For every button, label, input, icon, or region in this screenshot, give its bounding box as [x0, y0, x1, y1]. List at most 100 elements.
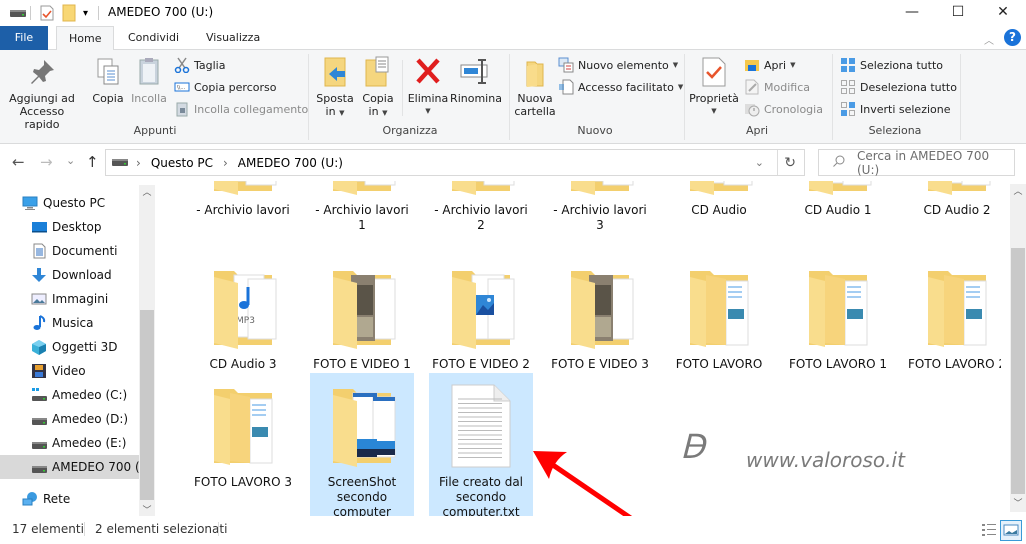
- tab-condividi[interactable]: Condividi: [116, 26, 191, 50]
- breadcrumb-questo-pc[interactable]: Questo PC: [151, 156, 213, 170]
- sidebar-item-amedeo-d[interactable]: Amedeo (D:): [0, 407, 140, 431]
- forward-button[interactable]: →: [40, 153, 53, 171]
- sidebar-item-desktop[interactable]: Desktop: [0, 215, 140, 239]
- open-button[interactable]: Apri ▼: [744, 55, 795, 75]
- select-all-button[interactable]: Seleziona tutto: [840, 55, 943, 75]
- invert-selection-button[interactable]: Inverti selezione: [840, 99, 951, 119]
- folder-item[interactable]: - Archivio lavori 3: [548, 181, 652, 236]
- properties-quick-icon[interactable]: [40, 4, 54, 22]
- scroll-thumb[interactable]: [1011, 248, 1025, 494]
- new-folder-button[interactable]: Nuova cartella: [513, 56, 557, 118]
- help-icon[interactable]: ?: [1004, 29, 1021, 46]
- svg-text:\\...: \\...: [177, 85, 186, 91]
- folder-item[interactable]: - Archivio lavori 2: [429, 181, 533, 236]
- details-view-button[interactable]: [980, 521, 998, 539]
- tab-file[interactable]: File: [0, 26, 48, 50]
- minimize-button[interactable]: —: [889, 0, 935, 24]
- breadcrumb-separator[interactable]: ›: [136, 156, 141, 170]
- move-to-label: in ▼: [325, 105, 345, 118]
- up-button[interactable]: ↑: [86, 153, 99, 171]
- sidebar-item-download[interactable]: Download: [0, 263, 140, 287]
- folder-item[interactable]: FOTO LAVORO: [667, 265, 771, 375]
- folder-icon: [561, 265, 639, 351]
- invert-selection-label: Inverti selezione: [860, 102, 951, 116]
- properties-button[interactable]: Proprietà ▼: [688, 56, 740, 118]
- folder-item[interactable]: FOTO LAVORO 1: [786, 265, 890, 375]
- edit-button[interactable]: Modifica: [744, 77, 810, 97]
- sidebar-item-musica[interactable]: Musica: [0, 311, 140, 335]
- copy-button[interactable]: Copia: [88, 56, 128, 105]
- folder-item[interactable]: - Archivio lavori 1: [310, 181, 414, 236]
- delete-x-icon: [412, 56, 444, 88]
- network-icon: [22, 491, 38, 507]
- sidebar-item-video[interactable]: Video: [0, 359, 140, 383]
- paste-shortcut-label: Incolla collegamento: [194, 102, 309, 116]
- folder-item[interactable]: - Archivio lavori: [191, 181, 295, 221]
- refresh-button[interactable]: ↻: [784, 155, 796, 171]
- tab-home[interactable]: Home: [56, 26, 115, 51]
- sidebar-item-questo-pc[interactable]: Questo PC: [0, 191, 140, 215]
- copy-path-button[interactable]: \\... Copia percorso: [174, 77, 276, 97]
- quick-access-dropdown[interactable]: ▾: [83, 4, 88, 22]
- search-input[interactable]: Cerca in AMEDEO 700 (U:): [818, 149, 1015, 177]
- properties-dropdown-icon[interactable]: ▼: [688, 105, 740, 118]
- folder-item[interactable]: MP3 CD Audio 2: [905, 181, 1001, 221]
- folder-item[interactable]: MP3 CD Audio 3: [191, 265, 295, 375]
- maximize-button[interactable]: ☐: [935, 0, 981, 24]
- address-bar[interactable]: › Questo PC › AMEDEO 700 (U:) ⌄ ↻: [105, 149, 805, 176]
- folder-icon: [204, 383, 282, 469]
- folder-item[interactable]: MP3 CD Audio 1: [786, 181, 890, 221]
- sidebar-item-label: AMEDEO 700 (U:): [52, 460, 140, 474]
- rename-button[interactable]: Rinomina: [450, 56, 502, 105]
- pin-quick-access-button[interactable]: Aggiungi ad Accesso rapido: [4, 56, 80, 131]
- close-button[interactable]: ✕: [980, 0, 1026, 24]
- delete-button[interactable]: Elimina ▼: [406, 56, 450, 118]
- easy-access-button[interactable]: Accesso facilitato ▼: [558, 77, 683, 97]
- paste-button[interactable]: Incolla: [128, 56, 170, 105]
- ribbon-separator: [960, 54, 961, 140]
- sidebar-item-documenti[interactable]: Documenti: [0, 239, 140, 263]
- tab-visualizza[interactable]: Visualizza: [194, 26, 272, 50]
- collapse-ribbon-icon[interactable]: ︿: [984, 32, 994, 47]
- folder-item[interactable]: FOTO E VIDEO 1: [310, 265, 414, 375]
- scroll-down-arrow[interactable]: ﹀: [1010, 496, 1026, 512]
- sidebar-item-rete[interactable]: Rete: [0, 487, 140, 511]
- address-dropdown-icon[interactable]: ⌄: [755, 156, 764, 169]
- breadcrumb-separator[interactable]: ›: [223, 156, 228, 170]
- history-button[interactable]: Cronologia: [744, 99, 823, 119]
- paste-shortcut-button[interactable]: Incolla collegamento: [174, 99, 308, 119]
- new-folder-quick-icon[interactable]: [62, 4, 76, 22]
- sidebar-item-immagini[interactable]: Immagini: [0, 287, 140, 311]
- move-to-button[interactable]: Sposta in ▼: [314, 56, 356, 120]
- cut-button[interactable]: Taglia: [174, 55, 225, 75]
- folder-item[interactable]: ScreenShot secondo computer: [310, 373, 414, 516]
- file-item[interactable]: File creato dal secondo computer.txt: [429, 373, 533, 516]
- sidebar-item-oggetti-3d[interactable]: Oggetti 3D: [0, 335, 140, 359]
- breadcrumb-current[interactable]: AMEDEO 700 (U:): [238, 156, 343, 170]
- scroll-thumb[interactable]: [140, 310, 154, 500]
- scroll-up-arrow[interactable]: ︿: [1010, 184, 1026, 200]
- delete-dropdown-icon[interactable]: ▼: [406, 105, 450, 118]
- sidebar-item-amedeo-700-u[interactable]: AMEDEO 700 (U:): [0, 455, 140, 479]
- drive-icon: [112, 156, 128, 170]
- new-item-button[interactable]: Nuovo elemento ▼: [558, 55, 678, 75]
- select-none-button[interactable]: Deseleziona tutto: [840, 77, 957, 97]
- sidebar-item-amedeo-e[interactable]: Amedeo (E:): [0, 431, 140, 455]
- sidebar-item-amedeo-c[interactable]: Amedeo (C:): [0, 383, 140, 407]
- scroll-up-arrow[interactable]: ︿: [139, 185, 155, 201]
- separator: [30, 6, 31, 20]
- ribbon-separator: [308, 54, 309, 140]
- title-bar: ▾ AMEDEO 700 (U:) — ☐ ✕: [0, 0, 1026, 26]
- folder-item[interactable]: FOTO E VIDEO 2: [429, 265, 533, 375]
- content-scrollbar[interactable]: ︿ ﹀: [1010, 184, 1026, 512]
- music-icon: [31, 315, 47, 331]
- back-button[interactable]: ←: [12, 153, 25, 171]
- folder-item[interactable]: FOTO LAVORO 3: [191, 373, 295, 493]
- large-icons-view-button[interactable]: [1000, 520, 1022, 541]
- recent-locations-button[interactable]: ⌄: [66, 154, 75, 167]
- folder-item[interactable]: FOTO E VIDEO 3: [548, 265, 652, 375]
- sidebar-scrollbar[interactable]: ︿ ﹀: [139, 185, 155, 519]
- copy-to-button[interactable]: Copia in ▼: [358, 56, 398, 120]
- folder-item[interactable]: MP3 CD Audio: [667, 181, 771, 221]
- folder-item[interactable]: FOTO LAVORO 2: [905, 265, 1001, 375]
